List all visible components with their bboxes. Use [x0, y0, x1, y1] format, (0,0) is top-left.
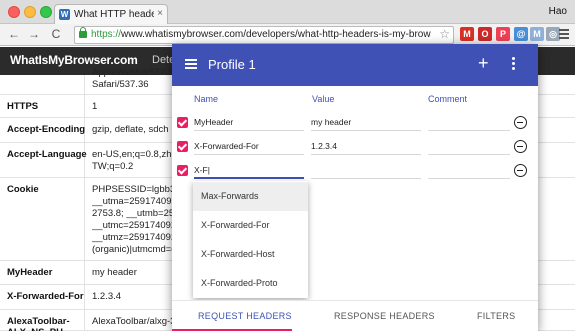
chrome-menu-icon[interactable] [559, 27, 569, 41]
browser-window: W What HTTP headers is my × Hao ← → C ht… [0, 0, 575, 331]
remove-header-icon[interactable] [514, 140, 527, 153]
header-name-field[interactable]: X-Forwarded-For [194, 139, 304, 155]
pocket-extension-icon[interactable]: P [496, 27, 510, 41]
column-header-value: Value [312, 94, 335, 104]
header-key: Accept-Encoding [7, 124, 86, 135]
header-row: MyHeader my header [172, 111, 538, 135]
header-value: PHPSESSID=lgbb3b __utma=259174092. 2753.… [92, 184, 172, 255]
modheader-extension-icon[interactable]: M [530, 27, 544, 41]
header-comment-field[interactable] [428, 163, 510, 179]
header-value: 1 [92, 101, 98, 112]
hamburger-menu-icon[interactable] [185, 59, 197, 69]
header-value-field[interactable]: 1.2.3.4 [311, 139, 421, 155]
header-value: 1.2.3.4 [92, 291, 122, 302]
profile-user-name[interactable]: Hao [549, 6, 567, 17]
browser-tab[interactable]: W What HTTP headers is my × [54, 4, 168, 25]
remove-header-icon[interactable] [514, 116, 527, 129]
profile-title: Profile 1 [208, 57, 256, 72]
header-key: Accept-Language [7, 149, 87, 160]
header-key: HTTPS [7, 101, 39, 112]
header-value: AlexaToolbar/alxg-3. [92, 316, 172, 327]
gmail-extension-icon[interactable]: M [460, 27, 474, 41]
modheader-popup: Profile 1 + Name Value Comment MyHeader … [172, 44, 538, 331]
popup-app-bar: Profile 1 + [172, 44, 538, 86]
close-window-button[interactable] [8, 6, 20, 18]
site-logo[interactable]: WhatIsMyBrowser.com [10, 53, 138, 67]
account-extension-icon[interactable]: @ [514, 27, 528, 41]
bookmark-star-icon[interactable]: ☆ [439, 27, 450, 41]
add-header-icon[interactable]: + [478, 53, 489, 73]
more-vert-icon[interactable] [512, 57, 515, 72]
header-key: X-Forwarded-For [7, 291, 84, 302]
camera-extension-icon[interactable]: ◎ [546, 27, 560, 41]
header-comment-field[interactable] [428, 115, 510, 131]
autocomplete-option[interactable]: X-Forwarded-Proto [193, 269, 308, 298]
zoom-window-button[interactable] [40, 6, 52, 18]
site-favicon-icon: W [59, 9, 70, 20]
header-value: gzip, deflate, sdch [92, 124, 169, 135]
url-path: www.whatismybrowser.com/developers/what-… [121, 29, 431, 40]
tab-request-headers[interactable]: REQUEST HEADERS [198, 311, 292, 321]
header-enabled-checkbox[interactable] [177, 141, 188, 152]
tab-close-icon[interactable]: × [157, 8, 163, 19]
header-enabled-checkbox[interactable] [177, 117, 188, 128]
column-header-name: Name [194, 94, 219, 104]
reload-button[interactable]: C [48, 26, 64, 42]
header-name-field[interactable]: X-F| [194, 163, 304, 179]
header-key: MyHeader [7, 267, 53, 278]
header-row: X-Forwarded-For 1.2.3.4 [172, 135, 538, 159]
autocomplete-option[interactable]: X-Forwarded-For [193, 211, 308, 240]
forward-button[interactable]: → [26, 26, 42, 42]
url-text[interactable]: https://www.whatismybrowser.com/develope… [91, 29, 431, 40]
autocomplete-dropdown: Max-Forwards X-Forwarded-For X-Forwarded… [193, 181, 308, 298]
autocomplete-option[interactable]: X-Forwarded-Host [193, 240, 308, 269]
tab-response-headers[interactable]: RESPONSE HEADERS [334, 311, 435, 321]
header-value-field[interactable]: my header [311, 115, 421, 131]
url-scheme: https:// [91, 29, 122, 40]
column-header-comment: Comment [428, 94, 468, 104]
header-key: Cookie [7, 184, 39, 195]
autocomplete-option[interactable]: Max-Forwards [193, 182, 308, 211]
back-button[interactable]: ← [6, 26, 22, 42]
header-value: en-US,en;q=0.8,zh-C TW;q=0.2 [92, 149, 172, 172]
header-comment-field[interactable] [428, 139, 510, 155]
bottom-tab-bar: REQUEST HEADERS RESPONSE HEADERS FILTERS [172, 300, 538, 331]
header-enabled-checkbox[interactable] [177, 165, 188, 176]
adblock-extension-icon[interactable]: O [478, 27, 492, 41]
tab-filters[interactable]: FILTERS [477, 311, 515, 321]
tab-title: What HTTP headers is my [74, 9, 154, 20]
header-value: my header [92, 267, 137, 278]
address-bar[interactable]: https://www.whatismybrowser.com/develope… [74, 26, 454, 44]
header-value-field[interactable] [311, 163, 421, 179]
header-value: AppleWebKit/537.36 Safari/537.36 [92, 67, 172, 90]
header-name-field[interactable]: MyHeader [194, 115, 304, 131]
tab-strip: W What HTTP headers is my × Hao [0, 0, 575, 25]
lock-icon [79, 27, 87, 38]
header-key: AlexaToolbar- ALX_NS_PH [7, 316, 70, 331]
remove-header-icon[interactable] [514, 164, 527, 177]
header-row: X-F| [172, 159, 538, 183]
minimize-window-button[interactable] [24, 6, 36, 18]
